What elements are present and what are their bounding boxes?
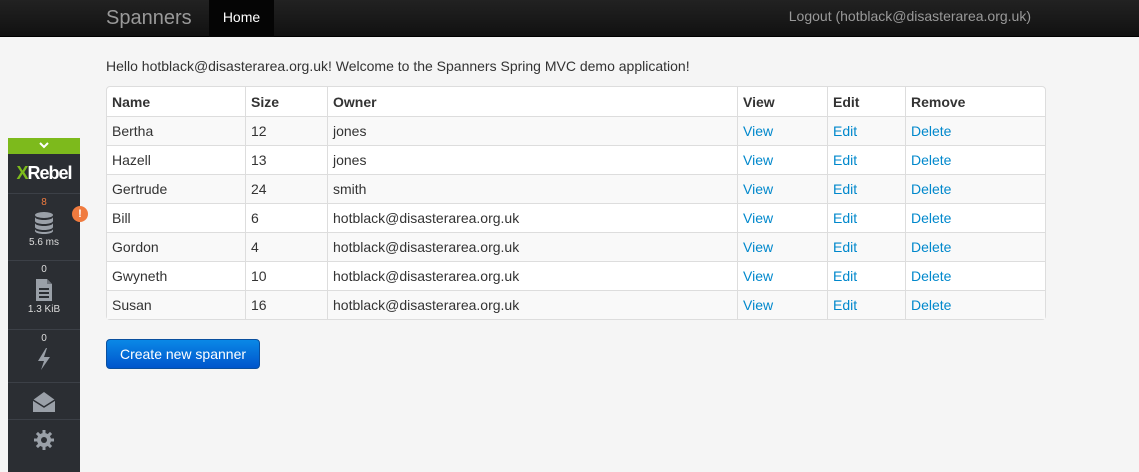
- xrebel-mail-panel[interactable]: [8, 383, 80, 420]
- cell-name: Gordon: [107, 232, 245, 261]
- exception-count: 0: [41, 333, 47, 344]
- cell-owner: smith: [327, 174, 737, 203]
- table-row: Bill 6 hotblack@disasterarea.org.uk View…: [107, 203, 1045, 232]
- xrebel-exceptions-panel[interactable]: 0: [8, 330, 80, 383]
- io-size: 1.3 KiB: [27, 304, 61, 315]
- table-header-row: Name Size Owner View Edit Remove: [107, 87, 1045, 116]
- edit-link[interactable]: Edit: [833, 152, 857, 168]
- create-spanner-button[interactable]: Create new spanner: [106, 339, 260, 369]
- cell-name: Susan: [107, 290, 245, 319]
- view-link[interactable]: View: [743, 210, 773, 226]
- edit-link[interactable]: Edit: [833, 210, 857, 226]
- cell-name: Gwyneth: [107, 261, 245, 290]
- lightning-icon: [38, 348, 50, 370]
- edit-link[interactable]: Edit: [833, 123, 857, 139]
- edit-link[interactable]: Edit: [833, 181, 857, 197]
- db-query-time: 5.6 ms: [28, 237, 59, 248]
- database-icon: [35, 212, 53, 234]
- cell-size: 13: [245, 145, 327, 174]
- xrebel-settings-panel[interactable]: [8, 420, 80, 456]
- cell-size: 4: [245, 232, 327, 261]
- column-header-owner: Owner: [327, 87, 737, 116]
- delete-link[interactable]: Delete: [911, 181, 951, 197]
- view-link[interactable]: View: [743, 297, 773, 313]
- edit-link[interactable]: Edit: [833, 297, 857, 313]
- xrebel-collapse-toggle[interactable]: [8, 138, 80, 154]
- cell-owner: jones: [327, 145, 737, 174]
- cell-size: 16: [245, 290, 327, 319]
- table-row: Bertha 12 jones View Edit Delete: [107, 116, 1045, 145]
- column-header-name: Name: [112, 93, 151, 110]
- cell-name: Bill: [107, 203, 245, 232]
- logout-link[interactable]: Logout (hotblack@disasterarea.org.uk): [789, 8, 1031, 24]
- cell-size: 24: [245, 174, 327, 203]
- xrebel-database-panel[interactable]: 8 5.6 ms !: [8, 194, 88, 261]
- xrebel-toolbar: XRebel 8 5.6 ms ! 0 1.3 KiB 0: [8, 138, 88, 472]
- cell-name: Hazell: [107, 145, 245, 174]
- spanners-table: Name Size Owner View Edit Remove Bertha …: [106, 86, 1046, 320]
- cell-owner: hotblack@disasterarea.org.uk: [327, 261, 737, 290]
- top-navbar: Spanners Home Logout (hotblack@disastera…: [0, 0, 1139, 37]
- column-header-size: Size: [245, 87, 327, 116]
- delete-link[interactable]: Delete: [911, 297, 951, 313]
- welcome-message: Hello hotblack@disasterarea.org.uk! Welc…: [106, 58, 690, 74]
- delete-link[interactable]: Delete: [911, 268, 951, 284]
- edit-link[interactable]: Edit: [833, 239, 857, 255]
- envelope-icon: [32, 392, 56, 412]
- cell-owner: hotblack@disasterarea.org.uk: [327, 232, 737, 261]
- chevron-down-icon: [39, 142, 49, 149]
- view-link[interactable]: View: [743, 239, 773, 255]
- xrebel-logo[interactable]: XRebel: [8, 154, 80, 194]
- xrebel-io-panel[interactable]: 0 1.3 KiB: [8, 261, 80, 330]
- view-link[interactable]: View: [743, 152, 773, 168]
- table-row: Susan 16 hotblack@disasterarea.org.uk Vi…: [107, 290, 1045, 319]
- delete-link[interactable]: Delete: [911, 239, 951, 255]
- cell-size: 6: [245, 203, 327, 232]
- column-header-view: View: [737, 87, 827, 116]
- delete-link[interactable]: Delete: [911, 152, 951, 168]
- table-row: Hazell 13 jones View Edit Delete: [107, 145, 1045, 174]
- io-count: 0: [41, 264, 47, 275]
- cell-owner: jones: [327, 116, 737, 145]
- warning-badge-icon[interactable]: !: [72, 206, 88, 222]
- cell-name: Gertrude: [107, 174, 245, 203]
- nav-home-tab[interactable]: Home: [209, 0, 274, 37]
- view-link[interactable]: View: [743, 181, 773, 197]
- edit-link[interactable]: Edit: [833, 268, 857, 284]
- cell-size: 10: [245, 261, 327, 290]
- view-link[interactable]: View: [743, 123, 773, 139]
- table-row: Gwyneth 10 hotblack@disasterarea.org.uk …: [107, 261, 1045, 290]
- delete-link[interactable]: Delete: [911, 210, 951, 226]
- brand-link[interactable]: Spanners: [106, 7, 192, 30]
- view-link[interactable]: View: [743, 268, 773, 284]
- cell-owner: hotblack@disasterarea.org.uk: [327, 203, 737, 232]
- cell-name: Bertha: [107, 116, 245, 145]
- gear-icon: [34, 430, 54, 450]
- column-header-edit: Edit: [827, 87, 905, 116]
- document-icon: [36, 279, 52, 301]
- table-row: Gertrude 24 smith View Edit Delete: [107, 174, 1045, 203]
- cell-size: 12: [245, 116, 327, 145]
- db-query-count: 8: [41, 197, 47, 208]
- table-row: Gordon 4 hotblack@disasterarea.org.uk Vi…: [107, 232, 1045, 261]
- delete-link[interactable]: Delete: [911, 123, 951, 139]
- cell-owner: hotblack@disasterarea.org.uk: [327, 290, 737, 319]
- column-header-remove: Remove: [905, 87, 1045, 116]
